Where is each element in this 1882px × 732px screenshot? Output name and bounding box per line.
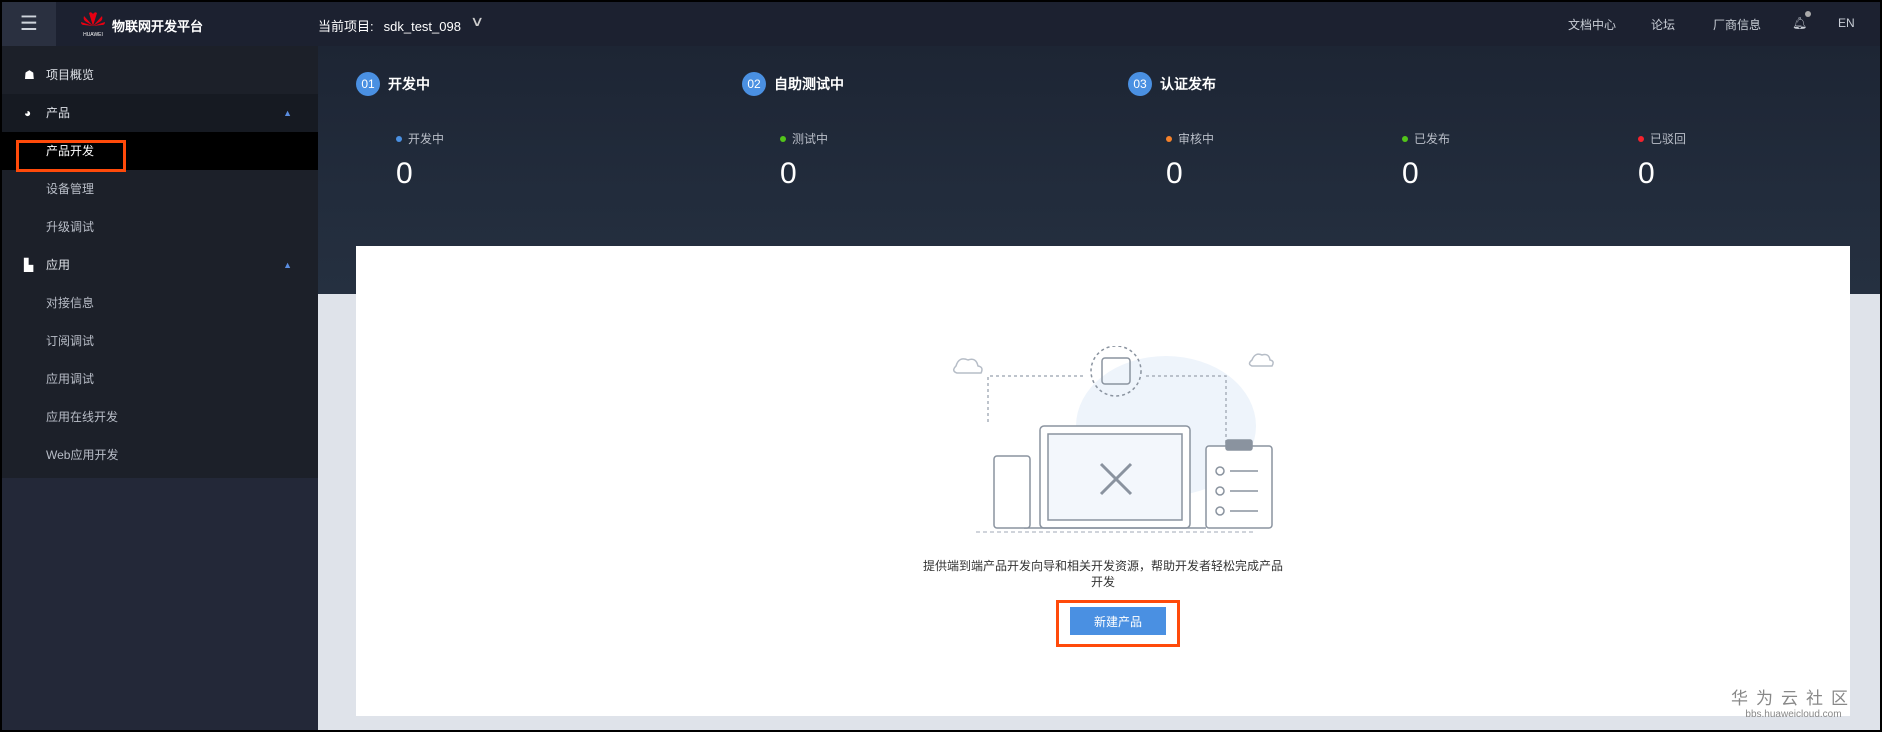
- stat-rejected: 已驳回 0: [1638, 132, 1687, 190]
- sidebar-item-integration[interactable]: 对接信息: [2, 284, 318, 322]
- current-project[interactable]: 当前项目: sdk_test_098: [318, 16, 461, 35]
- app-frame: ☰ HUAWEI 物联网开发平台 当前项目: sdk_test_098 ∨ 文档中…: [2, 2, 1880, 730]
- sidebar-item-online-dev[interactable]: 应用在线开发: [2, 398, 318, 436]
- status-dot: [1402, 135, 1408, 142]
- product-icon: ◕: [24, 106, 32, 120]
- stat-published: 已发布 0: [1402, 132, 1451, 190]
- bell-icon[interactable]: 🔔︎: [1792, 16, 1807, 30]
- stage-number: 02: [742, 72, 766, 96]
- sidebar-item-web-dev[interactable]: Web应用开发: [2, 436, 318, 474]
- sidebar: ☗ 项目概览 ◕ 产品 ▲ 产品开发 设备管理 升级调试 ▙ 应用 ▲ 对接信息 订阅调试…: [2, 46, 318, 730]
- stage-number: 01: [356, 72, 380, 96]
- project-label: 当前项目:: [318, 19, 374, 34]
- home-icon: ☗: [24, 68, 35, 82]
- sidebar-item-app-debug[interactable]: 应用调试: [2, 360, 318, 398]
- menu-toggle-button[interactable]: ☰: [2, 2, 56, 46]
- stage-number: 03: [1128, 72, 1152, 96]
- stat-developing: 开发中 0: [396, 132, 445, 190]
- platform-title: 物联网开发平台: [112, 19, 204, 34]
- stage-title: 认证发布: [1160, 76, 1216, 92]
- product-dev-illustration: [953, 346, 1274, 533]
- chevron-down-icon[interactable]: ∨: [470, 13, 484, 30]
- app-grid-icon: ▙: [24, 258, 34, 272]
- forum-link[interactable]: 论坛: [1651, 16, 1675, 33]
- highlight-box: [1056, 600, 1180, 647]
- caret-up-icon: ▲: [283, 260, 292, 270]
- sidebar-group-product[interactable]: ◕ 产品 ▲: [2, 94, 318, 132]
- status-dot: [396, 135, 402, 142]
- docs-link[interactable]: 文档中心: [1568, 16, 1616, 33]
- sidebar-item-upgrade-debug[interactable]: 升级调试: [2, 208, 318, 246]
- vendor-info-link[interactable]: 厂商信息: [1713, 16, 1761, 33]
- sidebar-item-label: 产品: [46, 106, 71, 120]
- sidebar-item-subscription[interactable]: 订阅调试: [2, 322, 318, 360]
- stage-title: 自助测试中: [774, 76, 844, 92]
- stage-title: 开发中: [388, 76, 430, 92]
- status-dot: [780, 135, 786, 142]
- stat-testing: 测试中 0: [780, 132, 829, 190]
- stat-reviewing: 审核中 0: [1166, 132, 1215, 190]
- highlight-box: [16, 140, 126, 172]
- project-value: sdk_test_098: [383, 19, 461, 34]
- sidebar-item-label: 项目概览: [46, 68, 95, 82]
- sidebar-item-device-mgmt[interactable]: 设备管理: [2, 170, 318, 208]
- status-dot: [1638, 135, 1644, 142]
- sidebar-item-label: 应用: [46, 258, 71, 272]
- caret-up-icon: ▲: [283, 108, 292, 118]
- sidebar-item-overview[interactable]: ☗ 项目概览: [2, 56, 318, 94]
- sidebar-group-app[interactable]: ▙ 应用 ▲: [2, 246, 318, 284]
- empty-state-description: 提供端到端产品开发向导和相关开发资源，帮助开发者轻松完成产品 开发: [923, 559, 1284, 589]
- watermark: 华为云社区 bbs.huaweicloud.com: [1731, 689, 1856, 720]
- empty-state-panel: 提供端到端产品开发向导和相关开发资源，帮助开发者轻松完成产品 开发 新建产品: [356, 246, 1850, 716]
- huawei-logo: HUAWEI: [81, 12, 105, 38]
- top-bar: ☰ HUAWEI 物联网开发平台 当前项目: sdk_test_098 ∨ 文档中…: [2, 2, 1880, 46]
- language-switch[interactable]: EN: [1838, 16, 1855, 30]
- notification-dot: [1805, 11, 1811, 17]
- status-dot: [1166, 135, 1172, 142]
- svg-text:HUAWEI: HUAWEI: [83, 32, 103, 38]
